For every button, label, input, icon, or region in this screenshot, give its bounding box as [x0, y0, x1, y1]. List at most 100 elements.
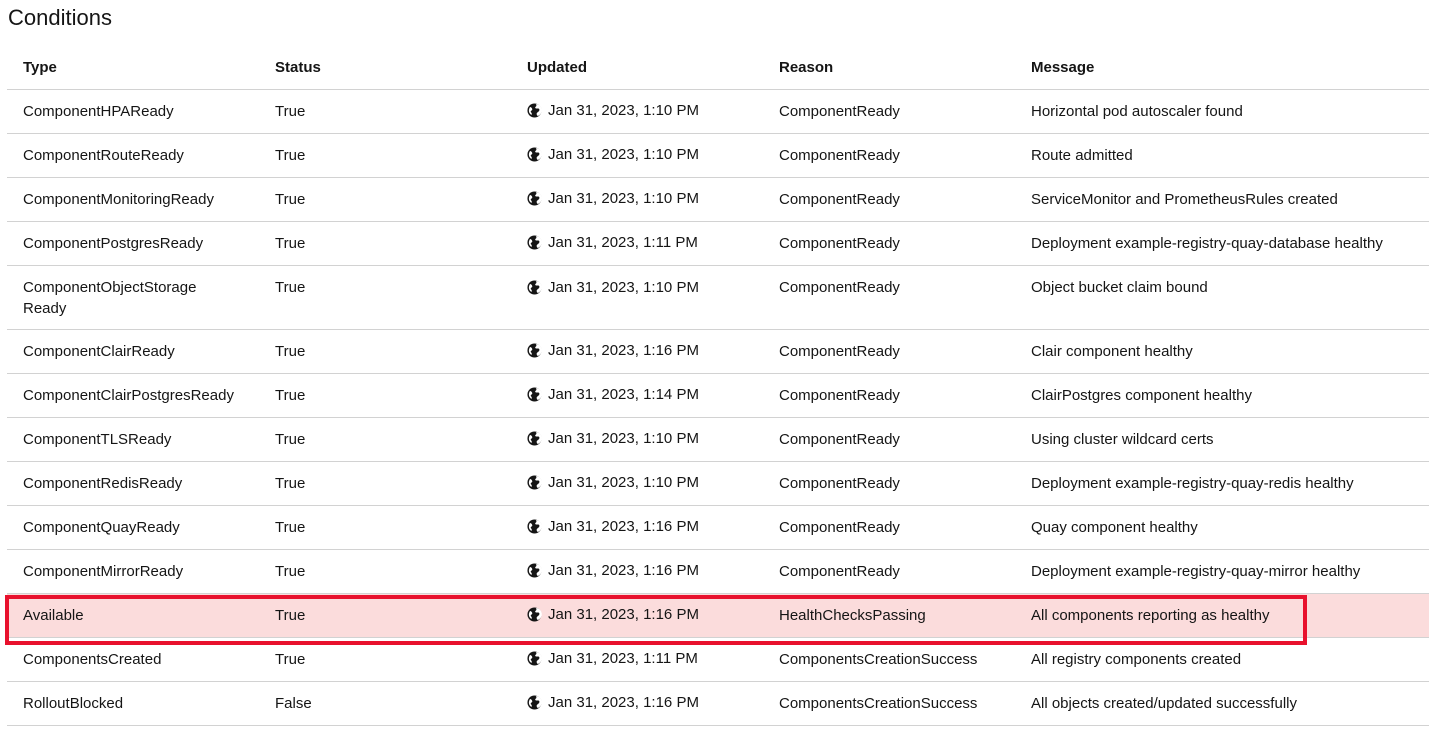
timestamp-text: Jan 31, 2023, 1:16 PM — [548, 561, 699, 579]
cell-type: ComponentRedisReady — [7, 461, 259, 506]
section-title: Conditions — [8, 5, 112, 30]
timestamp: Jan 31, 2023, 1:11 PM — [527, 648, 698, 669]
table-row: ComponentObjectStorage Ready True Jan 31, … — [7, 265, 1429, 330]
cell-message: Using cluster wildcard certs — [1015, 417, 1429, 462]
cell-reason: ComponentsCreationSuccess — [763, 637, 1015, 682]
timestamp-text: Jan 31, 2023, 1:10 PM — [548, 101, 699, 119]
cell-type: ComponentClairPostgresReady — [7, 373, 259, 418]
cell-status: True — [259, 461, 511, 506]
cell-reason: ComponentReady — [763, 133, 1015, 178]
globe-icon — [527, 342, 542, 358]
column-header-message: Message — [1015, 46, 1429, 90]
cell-message: Deployment example-registry-quay-databas… — [1015, 221, 1429, 266]
timestamp-text: Jan 31, 2023, 1:10 PM — [548, 145, 699, 163]
table-row: ComponentPostgresReady True Jan 31, 2023, … — [7, 221, 1429, 266]
cell-type: ComponentMirrorReady — [7, 549, 259, 594]
cell-type: ComponentPostgresReady — [7, 221, 259, 266]
timestamp: Jan 31, 2023, 1:14 PM — [527, 384, 699, 405]
cell-message: Clair component healthy — [1015, 329, 1429, 374]
table-row: ComponentMirrorReady True Jan 31, 2023, 1:… — [7, 549, 1429, 594]
cell-type: ComponentTLSReady — [7, 417, 259, 462]
table-row: ComponentQuayReady True Jan 31, 2023, 1:16… — [7, 505, 1429, 550]
conditions-table: Type Status Updated Reason Message Compo… — [7, 46, 1429, 726]
conditions-page: Conditions Type Status Updated Reason Me… — [0, 0, 1430, 730]
cell-type: Available — [7, 593, 259, 638]
cell-status: True — [259, 593, 511, 638]
cell-status: False — [259, 681, 511, 726]
timestamp-text: Jan 31, 2023, 1:14 PM — [548, 385, 699, 403]
timestamp: Jan 31, 2023, 1:10 PM — [527, 144, 699, 165]
timestamp-text: Jan 31, 2023, 1:16 PM — [548, 517, 699, 535]
column-header-updated: Updated — [511, 46, 763, 90]
globe-icon — [527, 234, 542, 250]
globe-icon — [527, 280, 542, 295]
cell-updated: Jan 31, 2023, 1:11 PM — [511, 221, 763, 266]
cell-type: ComponentHPAReady — [7, 89, 259, 134]
table-row: ComponentRedisReady True Jan 31, 2023, 1:1… — [7, 461, 1429, 506]
cell-status: True — [259, 221, 511, 266]
timestamp: Jan 31, 2023, 1:16 PM — [527, 692, 699, 713]
cell-type: RolloutBlocked — [7, 681, 259, 726]
globe-icon — [527, 562, 542, 578]
globe-icon — [527, 430, 542, 446]
cell-updated: Jan 31, 2023, 1:11 PM — [511, 637, 763, 682]
cell-reason: ComponentReady — [763, 221, 1015, 266]
cell-reason: ComponentReady — [763, 417, 1015, 462]
globe-icon — [527, 518, 542, 534]
cell-message: All components reporting as healthy — [1015, 593, 1429, 638]
timestamp: Jan 31, 2023, 1:10 PM — [527, 188, 699, 209]
cell-status: True — [259, 89, 511, 134]
cell-updated: Jan 31, 2023, 1:16 PM — [511, 329, 763, 374]
cell-status: True — [259, 265, 511, 330]
globe-icon — [527, 474, 542, 490]
cell-reason: ComponentsCreationSuccess — [763, 681, 1015, 726]
timestamp: Jan 31, 2023, 1:16 PM — [527, 340, 699, 361]
cell-message: Route admitted — [1015, 133, 1429, 178]
globe-icon — [527, 386, 542, 402]
cell-reason: ComponentReady — [763, 373, 1015, 418]
cell-updated: Jan 31, 2023, 1:16 PM — [511, 681, 763, 726]
cell-updated: Jan 31, 2023, 1:16 PM — [511, 549, 763, 594]
column-header-reason: Reason — [763, 46, 1015, 90]
timestamp-text: Jan 31, 2023, 1:16 PM — [548, 341, 699, 359]
cell-type: ComponentsCreated — [7, 637, 259, 682]
cell-message: Quay component healthy — [1015, 505, 1429, 550]
cell-updated: Jan 31, 2023, 1:16 PM — [511, 505, 763, 550]
table-body: ComponentHPAReady True Jan 31, 2023, 1:10 … — [7, 89, 1429, 726]
table-row: ComponentsCreated True Jan 31, 2023, 1:11 … — [7, 637, 1429, 682]
globe-icon — [527, 650, 542, 666]
cell-updated: Jan 31, 2023, 1:10 PM — [511, 417, 763, 462]
column-header-status: Status — [259, 46, 511, 90]
table-row: ComponentHPAReady True Jan 31, 2023, 1:10 … — [7, 89, 1429, 134]
cell-type: ComponentMonitoringReady — [7, 177, 259, 222]
cell-updated: Jan 31, 2023, 1:10 PM — [511, 133, 763, 178]
cell-status: True — [259, 417, 511, 462]
timestamp: Jan 31, 2023, 1:10 PM — [527, 100, 699, 121]
cell-message: All registry components created — [1015, 637, 1429, 682]
cell-message: Deployment example-registry-quay-mirror … — [1015, 549, 1429, 594]
timestamp: Jan 31, 2023, 1:16 PM — [527, 516, 699, 537]
cell-status: True — [259, 329, 511, 374]
timestamp: Jan 31, 2023, 1:16 PM — [527, 604, 699, 625]
timestamp-text: Jan 31, 2023, 1:10 PM — [548, 279, 699, 296]
cell-type: ComponentRouteReady — [7, 133, 259, 178]
cell-reason: ComponentReady — [763, 177, 1015, 222]
timestamp-text: Jan 31, 2023, 1:16 PM — [548, 693, 699, 711]
cell-message: ClairPostgres component healthy — [1015, 373, 1429, 418]
cell-message: Object bucket claim bound — [1015, 265, 1429, 330]
cell-reason: ComponentReady — [763, 265, 1015, 330]
timestamp: Jan 31, 2023, 1:10 PM — [527, 277, 699, 298]
cell-updated: Jan 31, 2023, 1:14 PM — [511, 373, 763, 418]
cell-updated: Jan 31, 2023, 1:16 PM — [511, 593, 763, 638]
globe-icon — [527, 146, 542, 162]
timestamp-text: Jan 31, 2023, 1:10 PM — [548, 429, 699, 447]
table-row: Available True Jan 31, 2023, 1:16 PM Health… — [7, 593, 1429, 638]
timestamp-text: Jan 31, 2023, 1:16 PM — [548, 605, 699, 623]
cell-status: True — [259, 133, 511, 178]
cell-updated: Jan 31, 2023, 1:10 PM — [511, 177, 763, 222]
table-row: ComponentRouteReady True Jan 31, 2023, 1:1… — [7, 133, 1429, 178]
timestamp-text: Jan 31, 2023, 1:11 PM — [548, 233, 698, 251]
table-header-row: Type Status Updated Reason Message — [7, 46, 1429, 90]
table-row: RolloutBlocked False Jan 31, 2023, 1:16 PM… — [7, 681, 1429, 726]
column-header-type: Type — [7, 46, 259, 90]
